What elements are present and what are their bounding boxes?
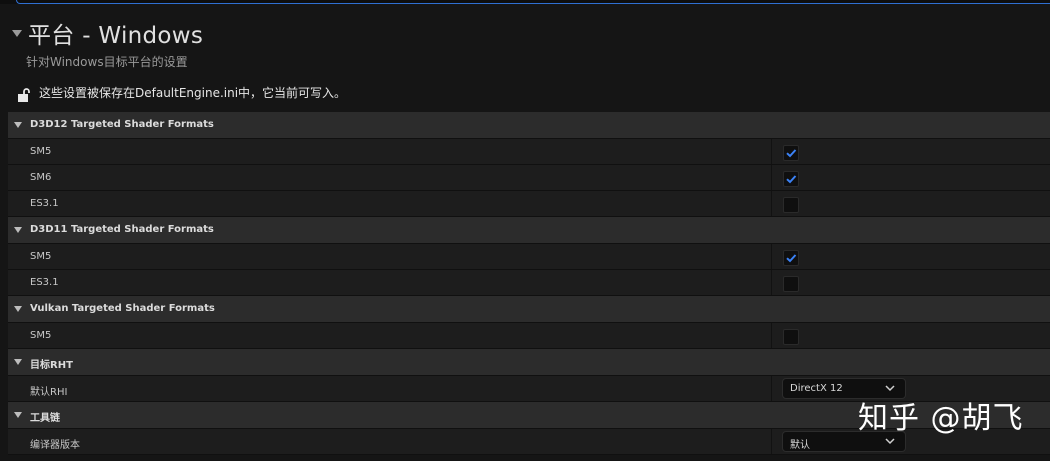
property-label: SM6 (30, 172, 52, 183)
unlock-icon (17, 87, 31, 102)
column-divider[interactable] (771, 270, 772, 295)
column-divider[interactable] (771, 139, 772, 164)
property-row: SM5 (8, 139, 1050, 165)
property-label: SM5 (30, 251, 52, 262)
platform-header: 平台 - Windows 针对Windows目标平台的设置 这些设置被保存在De… (0, 4, 1050, 112)
column-divider[interactable] (771, 244, 772, 269)
property-label: 默认RHI (30, 387, 68, 398)
chevron-down-icon (885, 385, 895, 392)
column-divider[interactable] (771, 323, 772, 348)
expand-caret-icon (14, 122, 22, 128)
checkbox-d3d12-es31[interactable] (783, 197, 799, 213)
category-label: 工具链 (30, 413, 60, 424)
expand-caret-icon (14, 412, 22, 418)
checkmark-icon (786, 175, 797, 184)
property-label: ES3.1 (30, 198, 59, 209)
dropdown-value: 默认 (790, 440, 810, 451)
category-vulkan[interactable]: Vulkan Targeted Shader Formats (8, 296, 1050, 323)
expand-caret-icon (14, 227, 22, 233)
chevron-down-icon (885, 438, 895, 445)
category-d3d11[interactable]: D3D11 Targeted Shader Formats (8, 217, 1050, 244)
column-divider[interactable] (771, 165, 772, 190)
checkbox-d3d12-sm6[interactable] (783, 171, 799, 187)
expand-caret-icon (14, 306, 22, 312)
page-subtitle: 针对Windows目标平台的设置 (26, 55, 188, 69)
checkbox-d3d11-es31[interactable] (783, 276, 799, 292)
category-target-rhi[interactable]: 目标RHT (8, 349, 1050, 376)
column-divider[interactable] (771, 376, 772, 401)
config-notice: 这些设置被保存在DefaultEngine.ini中，它当前可写入。 (39, 86, 347, 100)
property-row: ES3.1 (8, 191, 1050, 217)
collapse-caret-icon[interactable] (12, 30, 22, 37)
checkbox-d3d11-sm5[interactable] (783, 250, 799, 266)
property-label: ES3.1 (30, 277, 59, 288)
page-title: 平台 - Windows (28, 23, 204, 49)
property-row: ES3.1 (8, 270, 1050, 296)
checkmark-icon (786, 149, 797, 158)
category-label: 目标RHT (30, 360, 73, 371)
property-row: SM5 (8, 244, 1050, 270)
checkmark-icon (786, 254, 797, 263)
property-label: SM5 (30, 330, 52, 341)
dropdown-value: DirectX 12 (790, 383, 843, 394)
category-label: D3D12 Targeted Shader Formats (30, 119, 214, 130)
expand-caret-icon (14, 359, 22, 365)
property-row: SM5 (8, 323, 1050, 349)
category-d3d12[interactable]: D3D12 Targeted Shader Formats (8, 112, 1050, 139)
category-label: Vulkan Targeted Shader Formats (30, 303, 215, 314)
checkbox-vulkan-sm5[interactable] (783, 329, 799, 345)
property-label: 编译器版本 (30, 440, 80, 451)
property-label: SM5 (30, 146, 52, 157)
checkbox-d3d12-sm5[interactable] (783, 145, 799, 161)
property-row: SM6 (8, 165, 1050, 191)
column-divider[interactable] (771, 191, 772, 216)
category-label: D3D11 Targeted Shader Formats (30, 224, 214, 235)
watermark: 知乎 @胡飞 (858, 401, 1024, 436)
column-divider[interactable] (771, 429, 772, 454)
